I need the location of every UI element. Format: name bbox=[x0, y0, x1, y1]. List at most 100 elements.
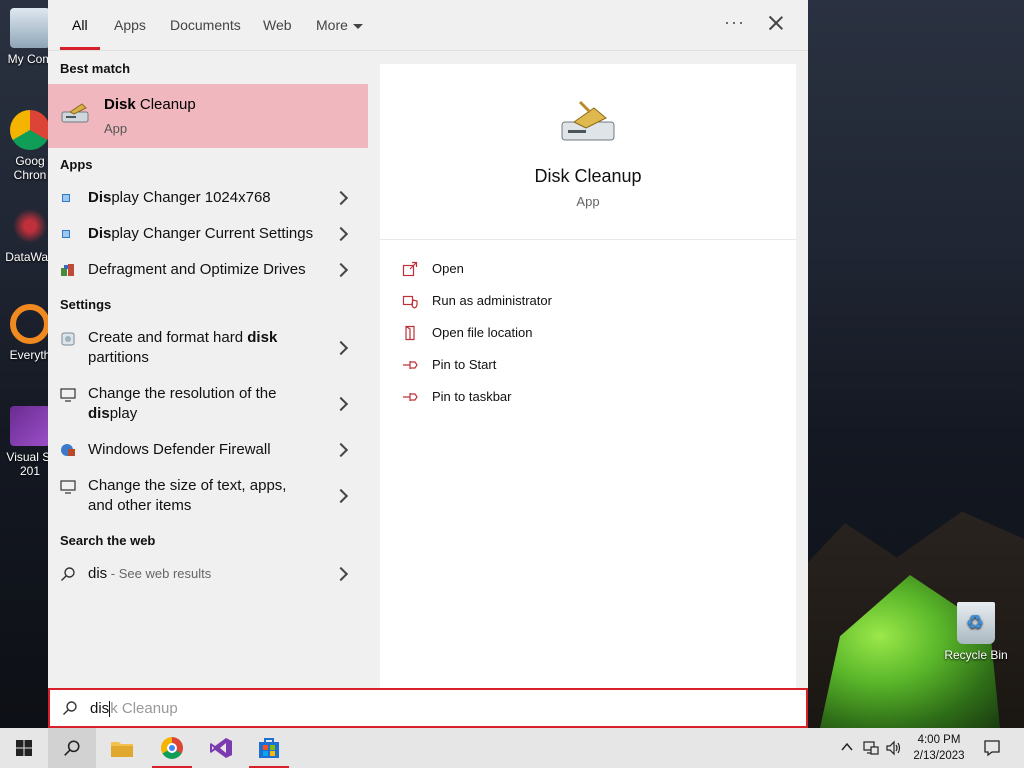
search-taskbar-button[interactable] bbox=[48, 728, 96, 768]
tab-apps[interactable]: Apps bbox=[114, 17, 146, 33]
visual-studio-icon bbox=[210, 738, 232, 758]
search-input[interactable]: disk Cleanup bbox=[90, 700, 178, 718]
setting-result-defender-firewall[interactable]: Windows Defender Firewall bbox=[48, 440, 368, 460]
preview-header: Disk Cleanup App bbox=[380, 64, 796, 240]
visual-studio-taskbar-button[interactable] bbox=[197, 728, 245, 768]
chrome-icon bbox=[161, 737, 183, 759]
action-label: Open bbox=[432, 261, 464, 276]
chevron-right-icon[interactable] bbox=[333, 262, 349, 278]
app-result-label: Display Changer 1024x768 bbox=[88, 189, 271, 206]
app-result-label: Defragment and Optimize Drives bbox=[88, 261, 306, 278]
section-heading-apps: Apps bbox=[60, 157, 93, 172]
chevron-right-icon[interactable] bbox=[333, 396, 349, 412]
store-icon bbox=[259, 738, 279, 758]
shield-icon bbox=[402, 295, 418, 309]
preview-type: App bbox=[576, 194, 600, 209]
web-result-dis[interactable]: dis - See web results bbox=[48, 564, 368, 584]
chevron-right-icon[interactable] bbox=[333, 226, 349, 242]
pin-icon bbox=[403, 393, 418, 401]
show-hidden-icons-button[interactable] bbox=[838, 728, 856, 768]
more-options-icon[interactable]: ··· bbox=[724, 12, 745, 33]
chrome-icon bbox=[10, 110, 50, 150]
datawag-icon bbox=[10, 206, 50, 246]
action-open[interactable]: Open bbox=[402, 260, 702, 280]
setting-result-label: Change the size of text, apps, and other … bbox=[88, 477, 287, 514]
recycle-bin-icon bbox=[957, 602, 995, 644]
search-icon bbox=[63, 701, 77, 715]
action-label: Pin to Start bbox=[432, 357, 497, 372]
clock-date: 2/13/2023 bbox=[913, 750, 965, 762]
desktop-icon-label: Goog Chron bbox=[13, 154, 47, 182]
taskbar: 4:00 PM 2/13/2023 bbox=[0, 728, 1024, 768]
windows-logo-icon bbox=[16, 740, 32, 756]
tab-web[interactable]: Web bbox=[263, 17, 292, 33]
action-center-button[interactable] bbox=[978, 728, 1008, 768]
tab-more[interactable]: More bbox=[316, 17, 363, 33]
search-icon bbox=[61, 567, 75, 581]
monitor-icon bbox=[60, 388, 76, 402]
chevron-right-icon[interactable] bbox=[333, 488, 349, 504]
tab-documents[interactable]: Documents bbox=[170, 17, 241, 33]
section-heading-search-web: Search the web bbox=[60, 533, 156, 548]
action-label: Open file location bbox=[432, 325, 533, 340]
folder-icon bbox=[111, 742, 133, 757]
setting-result-change-text-size[interactable]: Change the size of text, apps, and other … bbox=[48, 476, 368, 516]
notification-icon bbox=[984, 740, 1000, 757]
app-result-defragment[interactable]: Defragment and Optimize Drives bbox=[48, 260, 368, 280]
setting-result-label: Change the resolution of the display bbox=[88, 385, 277, 422]
start-search-panel: All Apps Documents Web More ··· Best mat… bbox=[48, 0, 808, 688]
desktop-icon-label: Recycle Bin bbox=[944, 648, 1008, 662]
pin-icon bbox=[403, 361, 418, 369]
volume-icon bbox=[886, 740, 901, 756]
web-result-label: dis - See web results bbox=[88, 565, 212, 582]
file-location-icon bbox=[405, 325, 415, 341]
monitor-icon bbox=[60, 480, 76, 494]
desktop-icon-recycle-bin[interactable]: Recycle Bin bbox=[944, 602, 1008, 662]
volume-tray-button[interactable] bbox=[884, 728, 904, 768]
action-pin-to-start[interactable]: Pin to Start bbox=[402, 356, 702, 376]
tab-all[interactable]: All bbox=[72, 17, 88, 33]
action-pin-to-taskbar[interactable]: Pin to taskbar bbox=[402, 388, 702, 408]
app-result-display-changer-current[interactable]: Display Changer Current Settings bbox=[48, 224, 368, 244]
chevron-down-icon bbox=[352, 23, 363, 29]
network-icon bbox=[863, 741, 879, 755]
clock-time: 4:00 PM bbox=[917, 734, 961, 746]
display-changer-icon bbox=[62, 194, 70, 202]
search-typed-text: dis bbox=[90, 700, 110, 717]
chrome-taskbar-button[interactable] bbox=[148, 728, 196, 768]
setting-result-create-format-disk[interactable]: Create and format hard disk partitions bbox=[48, 328, 368, 368]
preview-pane: Disk Cleanup App Open Run as administrat… bbox=[380, 64, 796, 688]
chevron-right-icon[interactable] bbox=[333, 340, 349, 356]
network-tray-button[interactable] bbox=[860, 728, 882, 768]
active-tab-indicator bbox=[60, 47, 100, 50]
action-run-as-administrator[interactable]: Run as administrator bbox=[402, 292, 702, 312]
action-label: Run as administrator bbox=[432, 293, 552, 308]
start-button[interactable] bbox=[0, 728, 48, 768]
desktop-icon-label: My Com bbox=[7, 52, 53, 66]
search-box[interactable]: disk Cleanup bbox=[48, 688, 808, 728]
firewall-icon bbox=[61, 444, 75, 456]
tab-more-label: More bbox=[316, 17, 348, 33]
desktop-icon-label: Everyth bbox=[9, 348, 51, 362]
app-result-display-changer-1024[interactable]: Display Changer 1024x768 bbox=[48, 188, 368, 208]
chevron-up-icon bbox=[841, 742, 853, 751]
defragment-icon bbox=[61, 264, 74, 276]
action-open-file-location[interactable]: Open file location bbox=[402, 324, 702, 344]
best-match-disk-cleanup[interactable]: Disk Cleanup App bbox=[48, 84, 368, 148]
file-explorer-taskbar-button[interactable] bbox=[98, 728, 146, 768]
best-match-type: App bbox=[104, 121, 128, 136]
chevron-right-icon[interactable] bbox=[333, 566, 349, 582]
setting-result-change-resolution[interactable]: Change the resolution of the display bbox=[48, 384, 368, 424]
close-icon[interactable] bbox=[764, 12, 788, 36]
best-match-title: Disk Cleanup bbox=[104, 96, 196, 113]
disk-cleanup-large-icon bbox=[561, 100, 615, 141]
everything-icon bbox=[10, 304, 50, 344]
taskbar-clock[interactable]: 4:00 PM 2/13/2023 bbox=[906, 732, 972, 764]
visual-studio-icon bbox=[10, 406, 50, 446]
search-icon bbox=[64, 740, 80, 756]
open-icon bbox=[402, 261, 418, 277]
store-taskbar-button[interactable] bbox=[245, 728, 293, 768]
setting-result-label: Create and format hard disk partitions bbox=[88, 329, 278, 366]
chevron-right-icon[interactable] bbox=[333, 442, 349, 458]
chevron-right-icon[interactable] bbox=[333, 190, 349, 206]
